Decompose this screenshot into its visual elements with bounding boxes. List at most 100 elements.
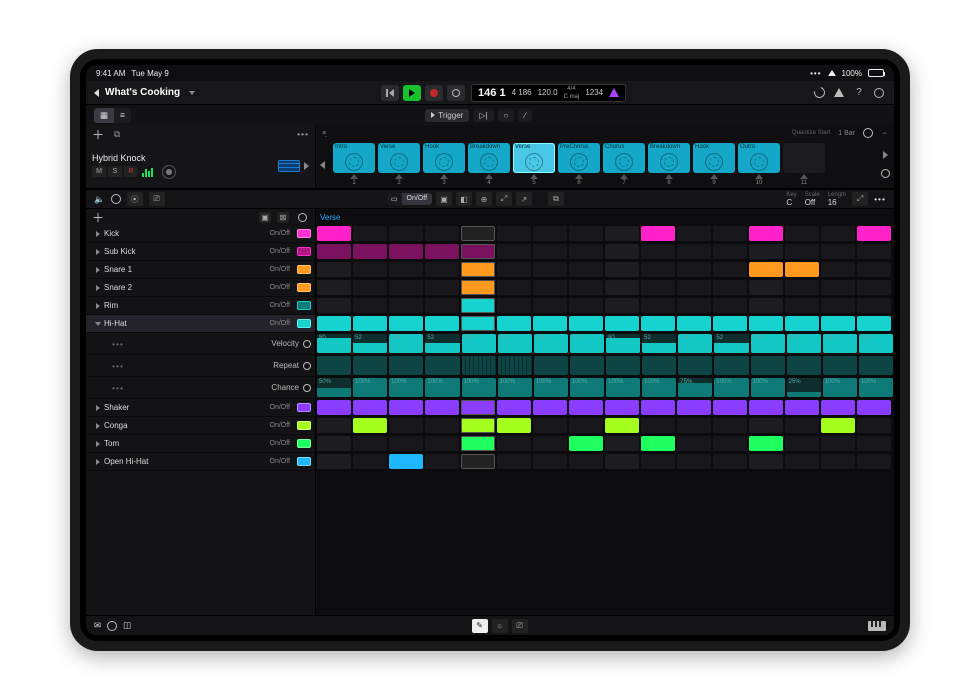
- sublane-step[interactable]: [498, 356, 532, 375]
- step-cell[interactable]: [353, 400, 387, 415]
- step-cell[interactable]: [605, 454, 639, 469]
- step-cell[interactable]: [785, 400, 819, 415]
- lane-row[interactable]: Sub Kick On/Off: [86, 243, 315, 261]
- region-name[interactable]: Verse: [320, 213, 340, 222]
- step-cell[interactable]: [641, 400, 675, 415]
- lane-opt-1[interactable]: ▣: [259, 212, 271, 223]
- sublane-step[interactable]: [353, 356, 387, 375]
- speaker-icon[interactable]: 🔈: [94, 194, 105, 205]
- sublane-step[interactable]: 52: [425, 334, 459, 353]
- step-cell[interactable]: [353, 454, 387, 469]
- step-cell[interactable]: [425, 436, 459, 451]
- track-options-button[interactable]: •••: [297, 129, 309, 139]
- step-cell[interactable]: [425, 454, 459, 469]
- step-cell[interactable]: [497, 280, 531, 295]
- sublane-step[interactable]: 100: [678, 334, 712, 353]
- step-cell[interactable]: [641, 262, 675, 277]
- step-cell[interactable]: [569, 244, 603, 259]
- step-cell[interactable]: [677, 454, 711, 469]
- add-track-button[interactable]: ＋: [92, 126, 104, 143]
- project-menu-chevron-icon[interactable]: [189, 91, 195, 95]
- step-cell[interactable]: [353, 298, 387, 313]
- step-cell[interactable]: [857, 454, 891, 469]
- step-cell[interactable]: [821, 298, 855, 313]
- sublane-step[interactable]: 80: [317, 334, 351, 353]
- sublane-knob-icon[interactable]: [303, 384, 311, 392]
- step-cell[interactable]: [353, 418, 387, 433]
- step-cell[interactable]: [497, 262, 531, 277]
- lane-mode[interactable]: On/Off: [270, 248, 291, 255]
- step-cell[interactable]: [749, 436, 783, 451]
- step-cell[interactable]: [713, 244, 747, 259]
- step-cell[interactable]: [533, 280, 567, 295]
- play-button[interactable]: [403, 85, 421, 101]
- bot-knob-icon[interactable]: [107, 621, 117, 631]
- step-cell[interactable]: [533, 262, 567, 277]
- step-cell[interactable]: [533, 316, 567, 331]
- scene-cell[interactable]: Intro1: [333, 143, 375, 186]
- step-cell[interactable]: [461, 454, 495, 469]
- lane-disclosure-icon[interactable]: [96, 459, 100, 465]
- lane-mode[interactable]: On/Off: [270, 440, 291, 447]
- loop-knob-icon[interactable]: [863, 128, 873, 138]
- step-cell[interactable]: [641, 226, 675, 241]
- step-cell[interactable]: [605, 226, 639, 241]
- lane-row[interactable]: Open Hi-Hat On/Off: [86, 453, 315, 471]
- key-value[interactable]: C: [786, 198, 796, 207]
- track-expand-icon[interactable]: [304, 162, 309, 170]
- step-cell[interactable]: [389, 262, 423, 277]
- lane-mode[interactable]: On/Off: [270, 284, 291, 291]
- step-cell[interactable]: [641, 298, 675, 313]
- step-cell[interactable]: [317, 262, 351, 277]
- mixer-tool[interactable]: ⎚: [512, 619, 528, 633]
- lane-row[interactable]: Snare 1 On/Off: [86, 261, 315, 279]
- step-cell[interactable]: [389, 400, 423, 415]
- sublane-step[interactable]: 100: [570, 334, 604, 353]
- sublane-knob-icon[interactable]: [303, 340, 311, 348]
- sublane-step[interactable]: 100: [823, 334, 857, 353]
- lane-row[interactable]: Shaker On/Off: [86, 399, 315, 417]
- inbox-icon[interactable]: ✉: [94, 620, 101, 631]
- step-cell[interactable]: [749, 226, 783, 241]
- sublane-step[interactable]: [425, 356, 459, 375]
- lane-disclosure-icon[interactable]: [96, 423, 100, 429]
- lane-disclosure-icon[interactable]: [95, 322, 101, 326]
- sublane-step[interactable]: 100: [751, 334, 785, 353]
- drum-pad-icon[interactable]: [297, 457, 311, 466]
- sublane-step[interactable]: [534, 356, 568, 375]
- step-cell[interactable]: [821, 454, 855, 469]
- project-title[interactable]: What's Cooking: [105, 87, 180, 98]
- length-value[interactable]: 16: [828, 198, 846, 207]
- lane-mode[interactable]: On/Off: [270, 266, 291, 273]
- scene-trigger[interactable]: [800, 174, 808, 179]
- step-cell[interactable]: [533, 436, 567, 451]
- step-cell[interactable]: [713, 280, 747, 295]
- sublane-step[interactable]: 100%: [389, 378, 423, 397]
- sublane-step[interactable]: 100%: [570, 378, 604, 397]
- lane-mode[interactable]: On/Off: [270, 230, 291, 237]
- step-cell[interactable]: [713, 262, 747, 277]
- panels-icon[interactable]: ◫: [123, 620, 131, 631]
- sublane-step[interactable]: [462, 356, 496, 375]
- step-cell[interactable]: [425, 262, 459, 277]
- step-cell[interactable]: [497, 418, 531, 433]
- step-cell[interactable]: [317, 400, 351, 415]
- drum-pad-icon[interactable]: [297, 403, 311, 412]
- lane-disclosure-icon[interactable]: [96, 267, 100, 273]
- ed-options-button[interactable]: •••: [874, 194, 886, 204]
- ed-tool-5[interactable]: ↗: [516, 192, 532, 206]
- drum-pad-icon[interactable]: [297, 421, 311, 430]
- scene-trigger[interactable]: [665, 174, 673, 179]
- step-cell[interactable]: [821, 244, 855, 259]
- lane-mode[interactable]: On/Off: [270, 422, 291, 429]
- step-cell[interactable]: [533, 418, 567, 433]
- solo-button[interactable]: S: [108, 166, 122, 177]
- step-cell[interactable]: [641, 436, 675, 451]
- step-cell[interactable]: [497, 244, 531, 259]
- step-cell[interactable]: [713, 400, 747, 415]
- step-cell[interactable]: [569, 454, 603, 469]
- step-cell[interactable]: [389, 316, 423, 331]
- brightness-tool[interactable]: ☼: [492, 619, 508, 633]
- sublane-step[interactable]: 100%: [642, 378, 676, 397]
- alert-icon[interactable]: [609, 88, 619, 97]
